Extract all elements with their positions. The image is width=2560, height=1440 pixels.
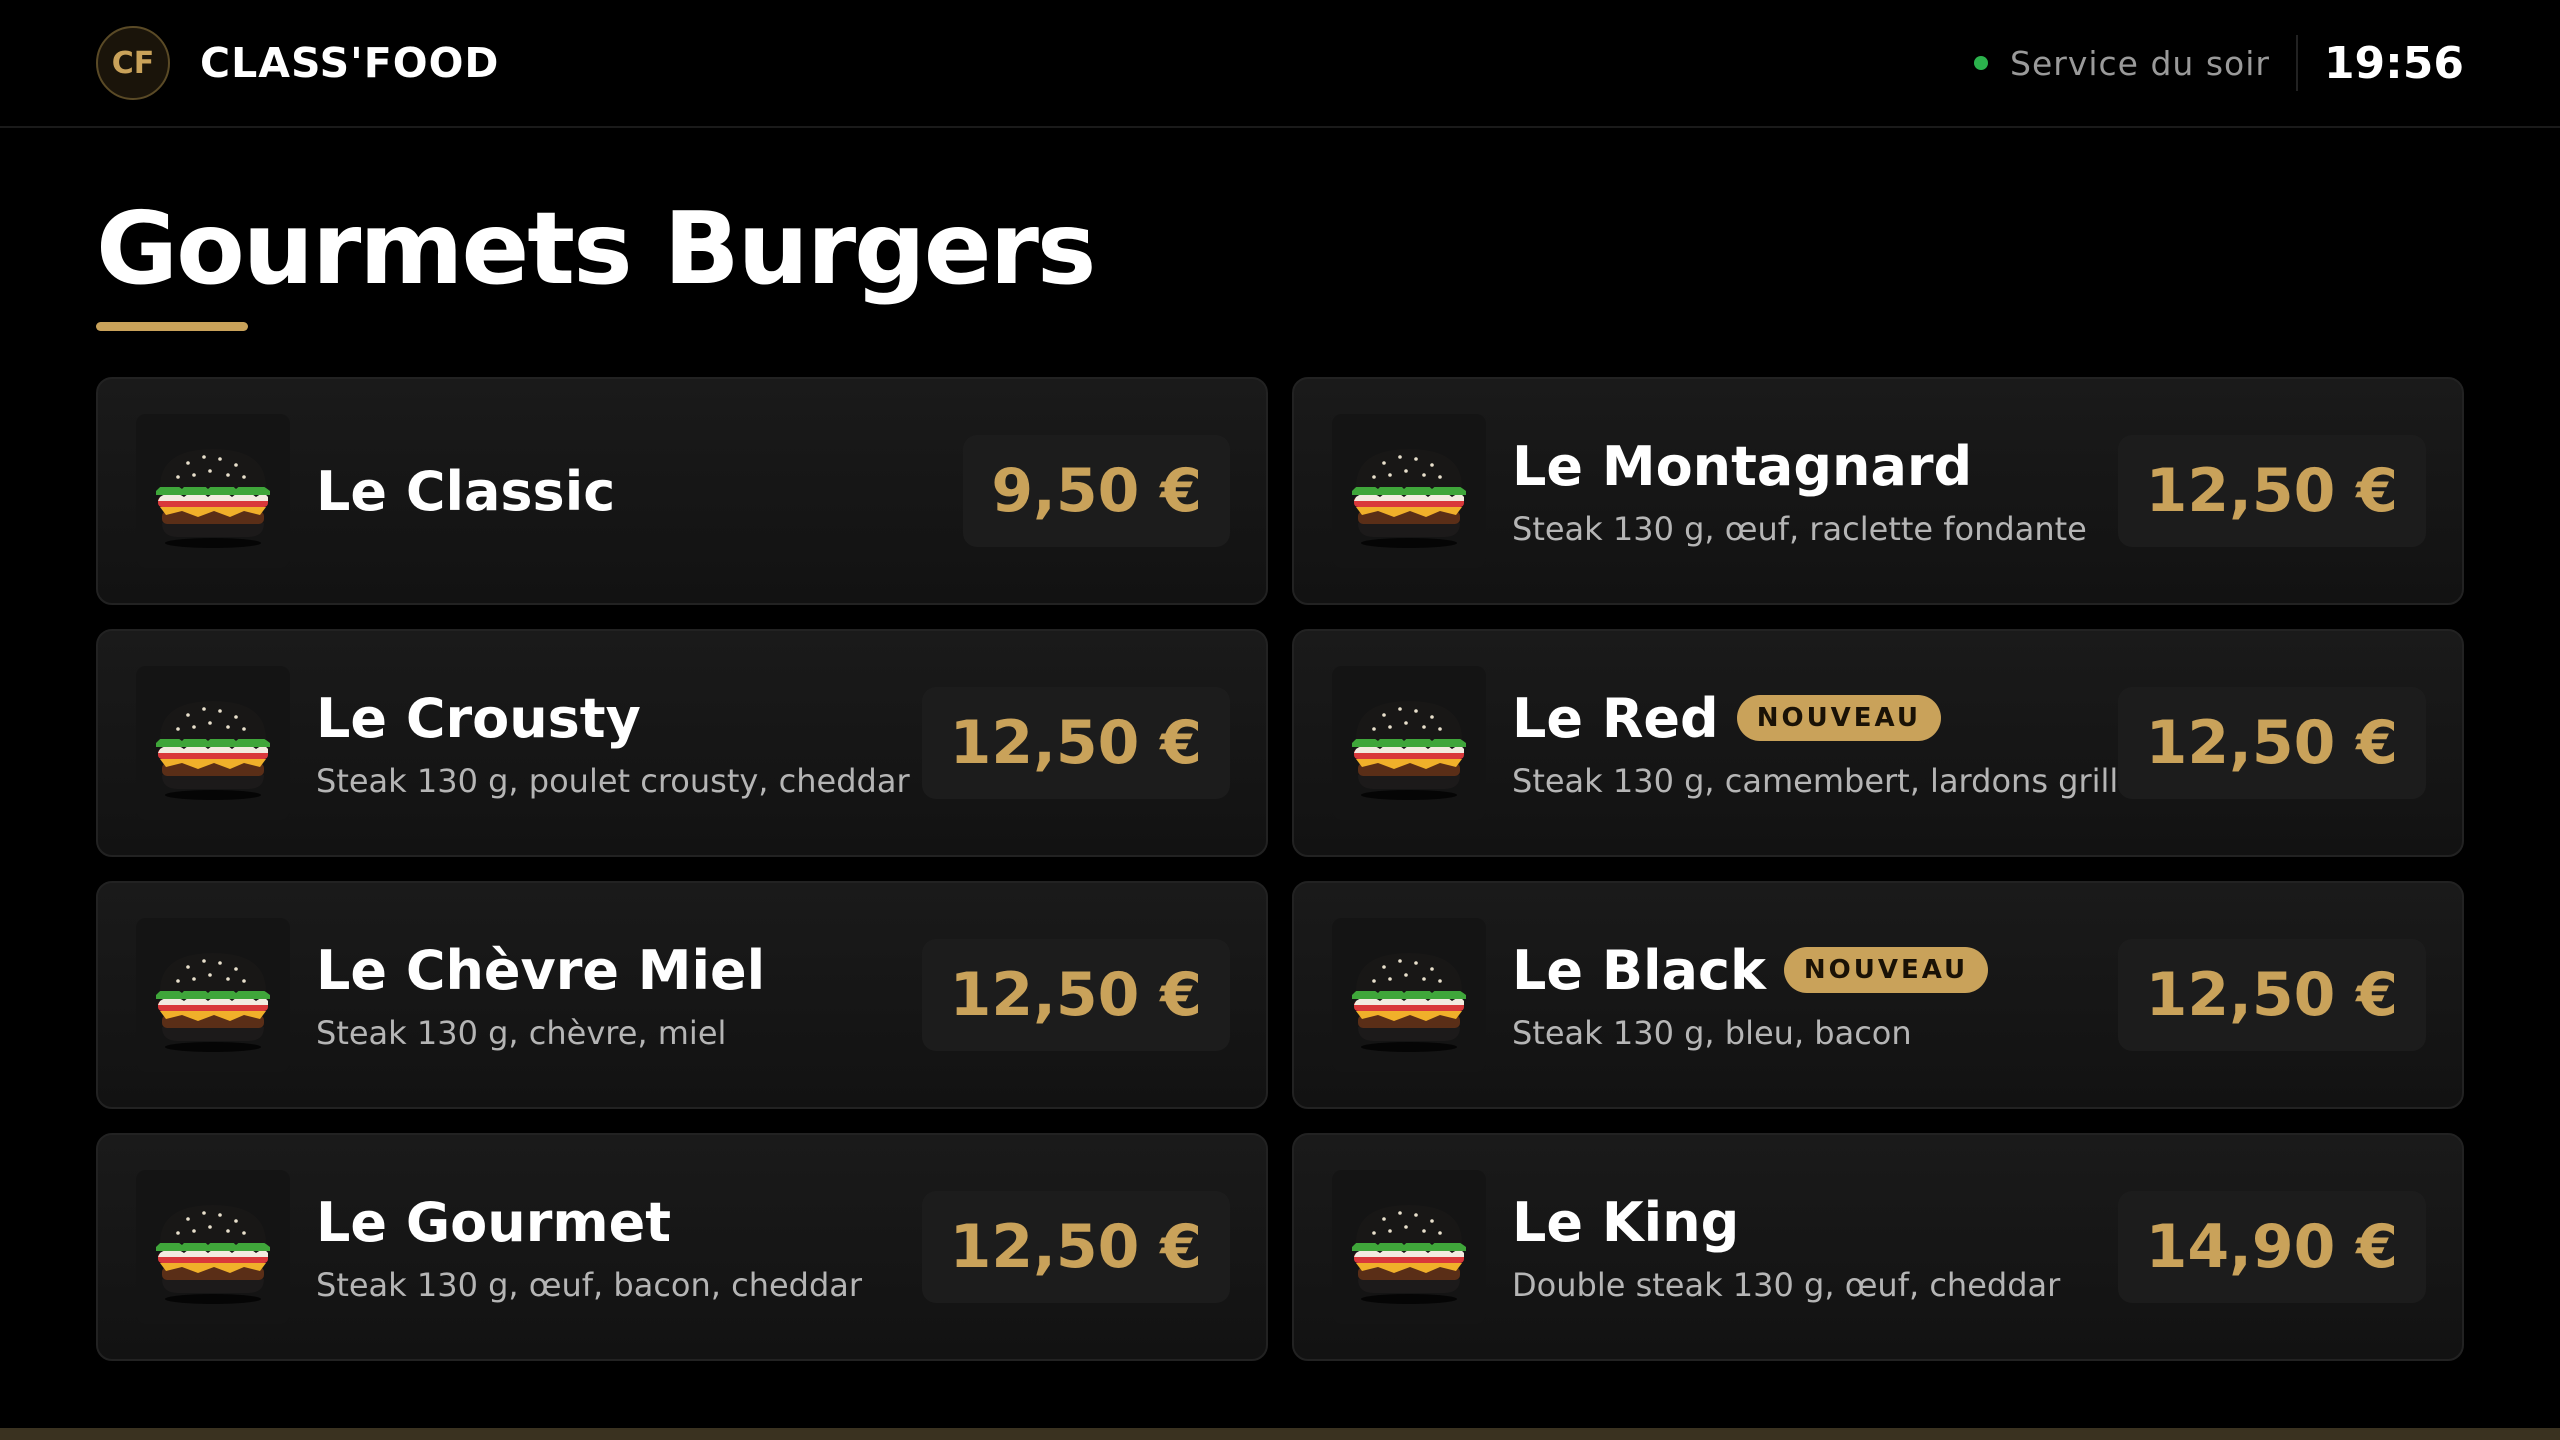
bottom-accent-line	[0, 1428, 2560, 1440]
menu-item-name: Le Classic	[316, 459, 616, 523]
menu-item-card[interactable]: Le Crousty Steak 130 g, poulet crousty, c…	[96, 629, 1268, 857]
menu-item-price: 12,50 €	[2117, 939, 2426, 1051]
menu-item-name: Le Red	[1512, 686, 1719, 750]
menu-item-name: Le Crousty	[316, 686, 641, 750]
menu-item-card[interactable]: Le Red NOUVEAU Steak 130 g, camembert, lar…	[1292, 629, 2464, 857]
menu-item-description: Steak 130 g, œuf, raclette fondante	[1512, 509, 2087, 548]
menu-item-card[interactable]: Le Gourmet Steak 130 g, œuf, bacon, chedd…	[96, 1133, 1268, 1361]
clock: 19:56	[2323, 37, 2464, 89]
menu-item-price: 9,50 €	[963, 435, 1230, 547]
brand: CF CLASS'FOOD	[96, 26, 499, 100]
menu-item-price: 12,50 €	[2117, 435, 2426, 547]
brand-logo: CF	[96, 26, 170, 100]
menu-item-name: Le Gourmet	[316, 1190, 672, 1254]
menu-item-description: Steak 130 g, camembert, lardons grillés	[1512, 761, 2155, 800]
page-title: Gourmets Burgers	[96, 190, 1096, 307]
burger-icon	[136, 414, 290, 568]
menu-item-name-row: Le Classic	[316, 460, 963, 523]
menu-item-description: Steak 130 g, œuf, bacon, cheddar	[316, 1265, 863, 1304]
menu-item-name: Le King	[1512, 1190, 1740, 1254]
burger-icon	[1332, 918, 1486, 1072]
menu-item-card[interactable]: Le Classic 9,50 €	[96, 377, 1268, 605]
menu-item-info: Le Red NOUVEAU Steak 130 g, camembert, lar…	[1512, 687, 2155, 800]
divider	[2295, 35, 2298, 91]
menu-item-name: Le Black	[1512, 938, 1766, 1002]
service-label: Service du soir	[2010, 43, 2270, 83]
menu-item-name-row: Le Chèvre Miel	[316, 939, 922, 1002]
menu-item-name-row: Le Red NOUVEAU	[1512, 687, 2118, 750]
menu-item-description: Steak 130 g, bleu, bacon	[1512, 1013, 1912, 1052]
menu-item-card[interactable]: Le King Double steak 130 g, œuf, cheddar 1…	[1292, 1133, 2464, 1361]
menu-item-info: Le Chèvre Miel Steak 130 g, chèvre, miel	[316, 939, 922, 1052]
menu-item-card[interactable]: Le Black NOUVEAU Steak 130 g, bleu, bacon 1…	[1292, 881, 2464, 1109]
menu-item-info: Le Crousty Steak 130 g, poulet crousty, c…	[316, 687, 922, 800]
menu-item-info: Le Montagnard Steak 130 g, œuf, raclette …	[1512, 435, 2118, 548]
brand-name: CLASS'FOOD	[200, 39, 500, 87]
status-dot-icon	[1974, 56, 1989, 70]
menu-grid: Le Classic 9,50 € Le Montagnard Steak 130 …	[96, 377, 2464, 1361]
burger-icon	[1332, 1170, 1486, 1324]
burger-icon	[136, 1170, 290, 1324]
menu-item-price: 14,90 €	[2117, 1191, 2426, 1303]
burger-icon	[1332, 666, 1486, 820]
top-bar: CF CLASS'FOOD Service du soir 19:56	[0, 0, 2560, 128]
title-underline	[96, 322, 248, 331]
menu-item-name-row: Le King	[1512, 1191, 2118, 1254]
burger-icon	[1332, 414, 1486, 568]
new-badge: NOUVEAU	[1783, 947, 1989, 993]
menu-item-card[interactable]: Le Chèvre Miel Steak 130 g, chèvre, miel 1…	[96, 881, 1268, 1109]
service-status: Service du soir 19:56	[1974, 35, 2464, 91]
menu-item-description: Double steak 130 g, œuf, cheddar	[1512, 1265, 2061, 1304]
menu-item-description: Steak 130 g, poulet crousty, cheddar	[316, 761, 910, 800]
burger-icon	[136, 918, 290, 1072]
burger-icon	[136, 666, 290, 820]
menu-item-name-row: Le Gourmet	[316, 1191, 922, 1254]
menu-item-price: 12,50 €	[921, 687, 1230, 799]
menu-item-description: Steak 130 g, chèvre, miel	[316, 1013, 727, 1052]
menu-item-name: Le Chèvre Miel	[316, 938, 766, 1002]
menu-item-price: 12,50 €	[921, 939, 1230, 1051]
menu-item-name-row: Le Crousty	[316, 687, 922, 750]
menu-item-price: 12,50 €	[2117, 687, 2426, 799]
menu-item-name: Le Montagnard	[1512, 434, 1973, 498]
menu-item-info: Le King Double steak 130 g, œuf, cheddar	[1512, 1191, 2118, 1304]
new-badge: NOUVEAU	[1736, 695, 1941, 741]
menu-item-info: Le Black NOUVEAU Steak 130 g, bleu, bacon	[1512, 939, 2118, 1052]
menu-item-price: 12,50 €	[921, 1191, 1230, 1303]
menu-item-info: Le Gourmet Steak 130 g, œuf, bacon, chedd…	[316, 1191, 922, 1304]
menu-item-name-row: Le Black NOUVEAU	[1512, 939, 2118, 1002]
menu-item-info: Le Classic	[316, 460, 963, 523]
menu-item-card[interactable]: Le Montagnard Steak 130 g, œuf, raclette …	[1292, 377, 2464, 605]
menu-item-name-row: Le Montagnard	[1512, 435, 2118, 498]
